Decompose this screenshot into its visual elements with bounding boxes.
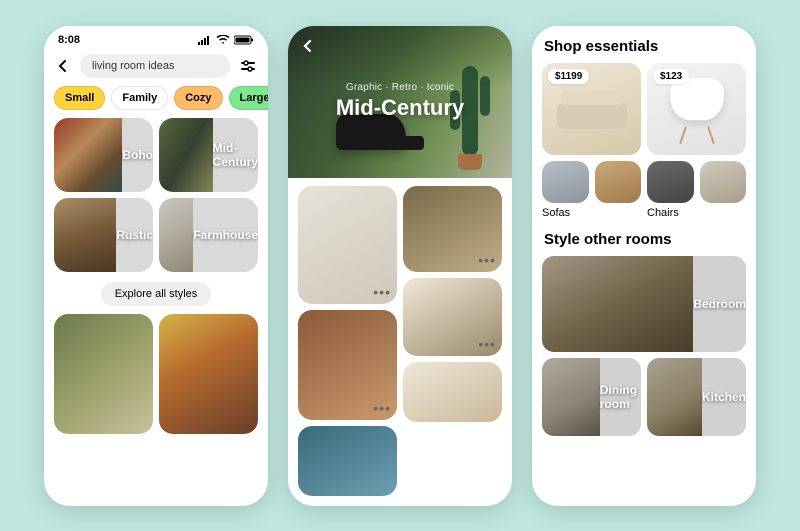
shop-label-sofas[interactable]: Sofas — [542, 207, 641, 219]
chip-family[interactable]: Family — [111, 86, 168, 110]
status-bar: 8:08 — [44, 26, 268, 50]
room-label: Kitchen — [702, 390, 746, 404]
room-tile-dining[interactable]: Dining room — [542, 358, 641, 436]
pin[interactable] — [403, 362, 502, 422]
back-button[interactable] — [300, 38, 316, 59]
search-row: living room ideas — [44, 50, 268, 86]
chip-small[interactable]: Small — [54, 86, 105, 110]
more-icon[interactable]: ••• — [478, 336, 496, 352]
rooms-grid: Bedroom Dining room Kitchen — [532, 256, 756, 446]
shop-essentials-title: Shop essentials — [532, 26, 756, 63]
shop-grid: $1199 $123 — [532, 63, 756, 203]
wifi-icon — [216, 35, 230, 45]
status-icons — [198, 35, 254, 45]
explore-all-styles-button[interactable]: Explore all styles — [101, 282, 212, 306]
room-tile-bedroom[interactable]: Bedroom — [542, 256, 746, 352]
style-other-rooms-title: Style other rooms — [532, 219, 756, 256]
style-breadcrumbs: Graphic · Retro · Iconic — [346, 82, 454, 93]
style-tile-boho[interactable]: Boho — [54, 118, 153, 192]
style-label: Rustic — [116, 228, 153, 242]
pin[interactable]: ••• — [298, 310, 397, 420]
pin[interactable] — [159, 314, 258, 434]
pin[interactable]: ••• — [298, 186, 397, 304]
style-tile-farmhouse[interactable]: Farmhouse — [159, 198, 258, 272]
shop-card-sofa-alt[interactable] — [542, 161, 589, 203]
pin[interactable]: ••• — [403, 278, 502, 356]
more-icon[interactable]: ••• — [373, 400, 391, 416]
phone-search: 8:08 living room ideas Small Family Cozy… — [44, 26, 268, 506]
results-grid — [44, 314, 268, 444]
styles-grid: Boho Mid-Century Rustic Farmhouse — [44, 118, 268, 272]
filter-button[interactable] — [238, 56, 258, 76]
shop-card-sofa[interactable]: $1199 — [542, 63, 641, 155]
shop-label-chairs[interactable]: Chairs — [647, 207, 746, 219]
battery-icon — [234, 35, 254, 45]
more-icon[interactable]: ••• — [373, 284, 391, 300]
shop-category-labels: Sofas Chairs — [532, 203, 756, 219]
back-button[interactable] — [54, 57, 72, 75]
style-hero: Graphic · Retro · Iconic Mid-Century — [288, 26, 512, 178]
search-input[interactable]: living room ideas — [80, 54, 230, 78]
style-label: Boho — [122, 148, 153, 162]
more-icon[interactable]: ••• — [478, 252, 496, 268]
phone-style-detail: Graphic · Retro · Iconic Mid-Century •••… — [288, 26, 512, 506]
style-label: Mid-Century — [213, 141, 258, 169]
phone-shop: Shop essentials $1199 $123 Sofas Chairs … — [532, 26, 756, 506]
room-tile-kitchen[interactable]: Kitchen — [647, 358, 746, 436]
pin[interactable] — [298, 426, 397, 496]
style-pins-masonry: ••• ••• ••• ••• — [288, 178, 512, 506]
style-tile-midcentury[interactable]: Mid-Century — [159, 118, 258, 192]
pin[interactable]: ••• — [403, 186, 502, 272]
chip-cozy[interactable]: Cozy — [174, 86, 222, 110]
shop-card-chair-alt[interactable] — [647, 161, 694, 203]
filter-chips: Small Family Cozy Large Layo — [44, 86, 268, 118]
price-badge: $1199 — [548, 69, 589, 84]
price-badge: $123 — [653, 69, 689, 84]
room-label: Dining room — [600, 383, 641, 411]
chip-large[interactable]: Large — [229, 86, 269, 110]
cellular-icon — [198, 35, 212, 45]
style-title: Mid-Century — [336, 95, 464, 121]
shop-card-chair[interactable]: $123 — [647, 63, 746, 155]
shop-card-chair-alt[interactable] — [700, 161, 747, 203]
pin[interactable] — [54, 314, 153, 434]
room-label: Bedroom — [693, 297, 746, 311]
style-tile-rustic[interactable]: Rustic — [54, 198, 153, 272]
shop-card-sofa-alt[interactable] — [595, 161, 642, 203]
status-time: 8:08 — [58, 34, 80, 46]
style-label: Farmhouse — [193, 228, 258, 242]
